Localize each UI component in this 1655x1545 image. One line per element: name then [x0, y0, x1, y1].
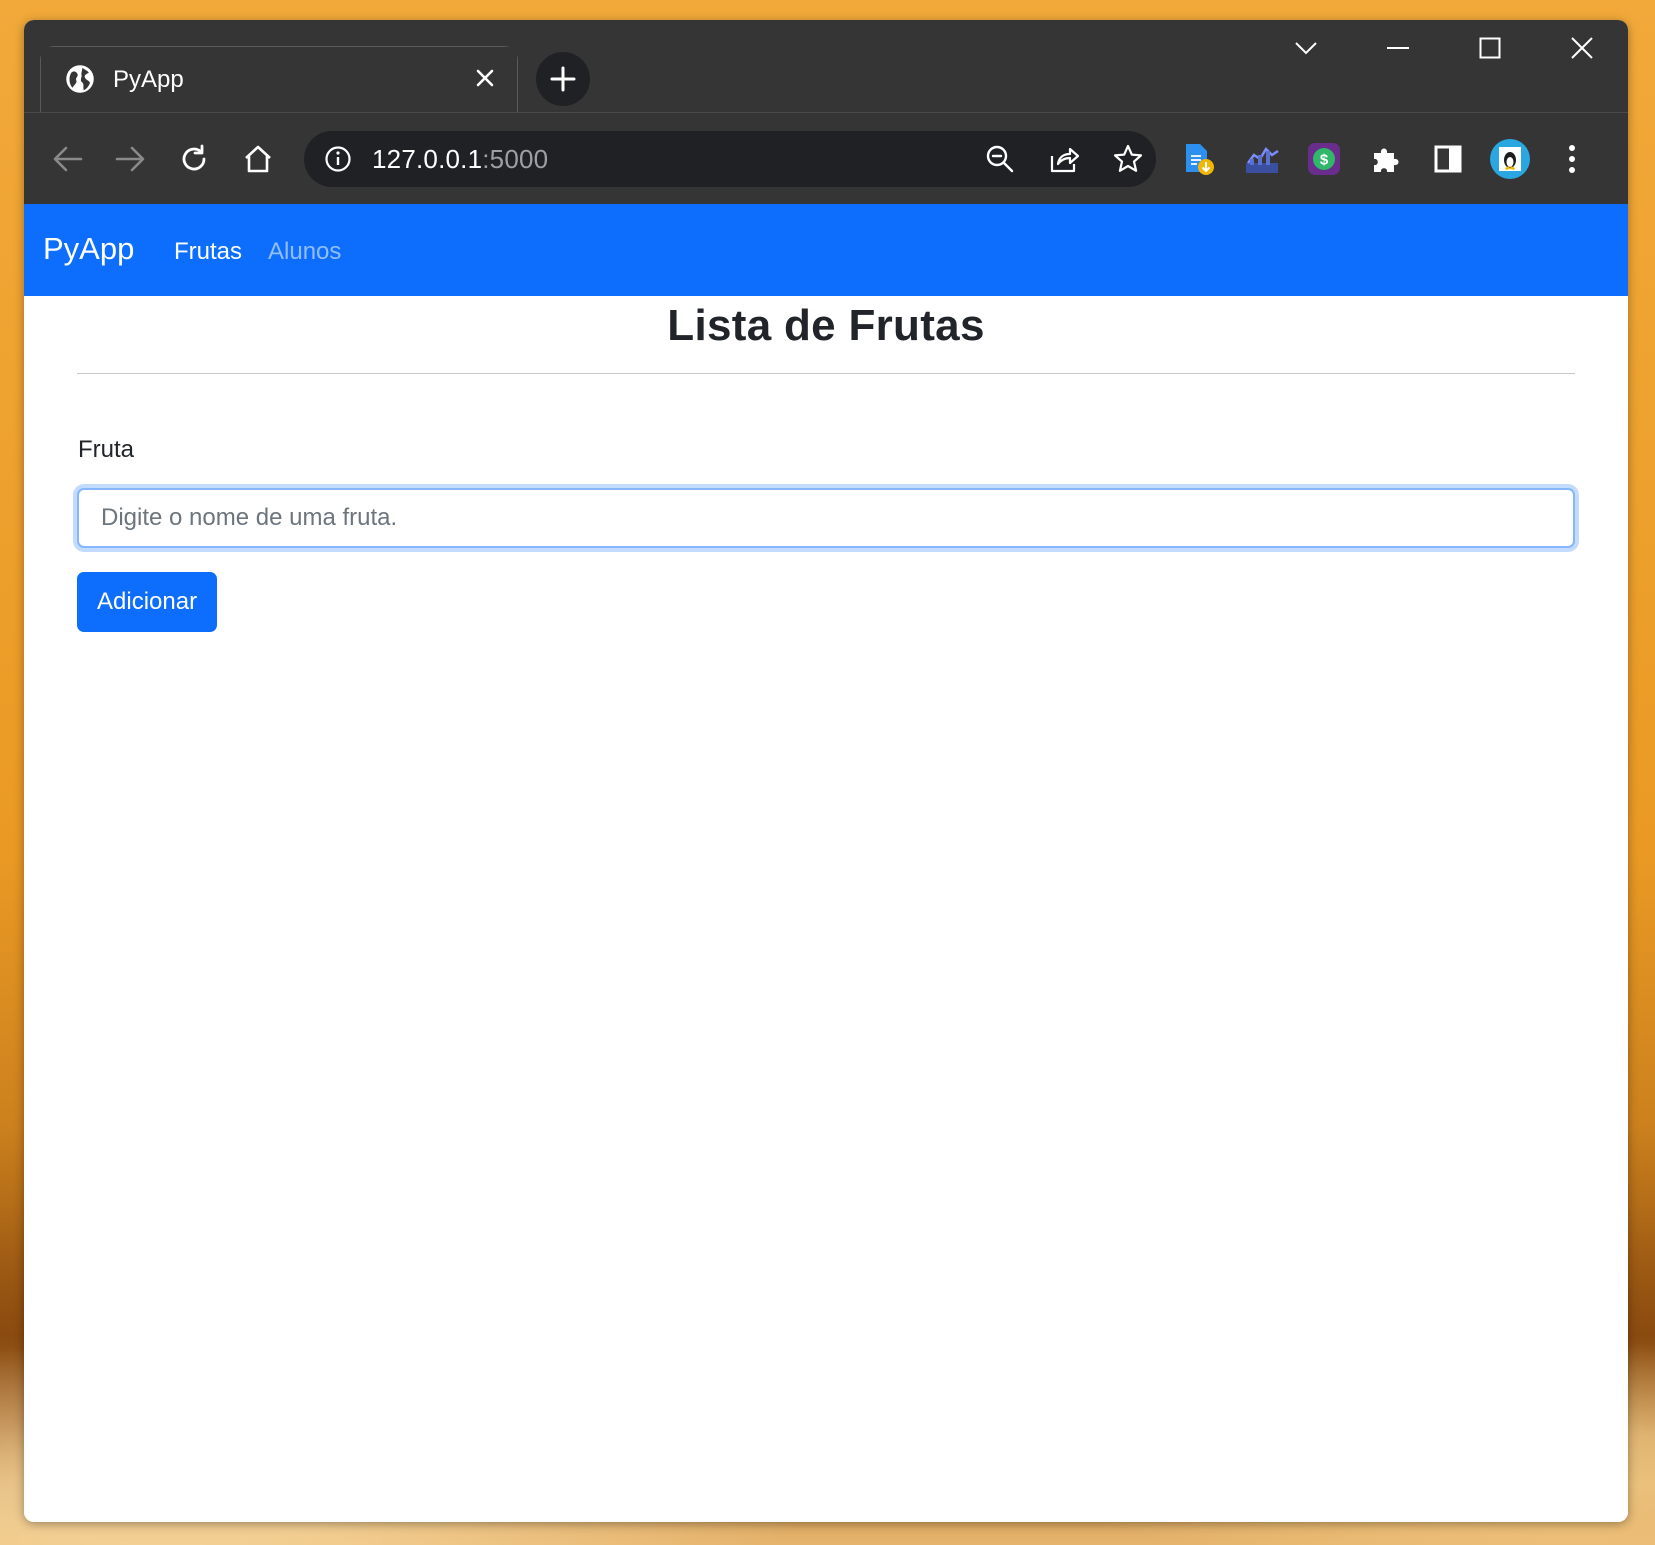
page-title: Lista de Frutas [667, 301, 985, 350]
maximize-button[interactable] [1444, 20, 1536, 76]
back-button[interactable] [44, 135, 92, 183]
window-controls [1260, 20, 1628, 76]
tab-pyapp[interactable]: PyApp [40, 46, 518, 112]
reload-icon [182, 144, 206, 171]
chart-extension-icon [1246, 146, 1279, 173]
share-icon [1050, 147, 1080, 173]
dollar-extension-icon: $ [1308, 143, 1340, 175]
profile-button[interactable] [1488, 137, 1532, 181]
main-container: Lista de Frutas Fruta Adicionar [77, 296, 1575, 632]
tab-strip: PyApp [24, 20, 1628, 112]
new-tab-button[interactable] [536, 52, 590, 106]
nav-link-alunos[interactable]: Alunos [268, 238, 341, 266]
plus-icon [550, 66, 576, 92]
file-download-extension-icon [1186, 144, 1214, 175]
close-window-button[interactable] [1536, 20, 1628, 76]
profile-avatar [1490, 139, 1530, 179]
arrow-left-icon [53, 146, 83, 172]
url-port: :5000 [482, 144, 549, 174]
navbar-brand[interactable]: PyApp [43, 231, 134, 267]
tab-close-button[interactable] [471, 64, 499, 92]
minimize-button[interactable] [1352, 20, 1444, 76]
tab-search-button[interactable] [1260, 20, 1352, 76]
adicionar-button[interactable]: Adicionar [77, 572, 218, 632]
zoom-out-icon [986, 145, 1014, 173]
file-download-extension-button[interactable] [1176, 137, 1220, 181]
share-button[interactable] [1046, 141, 1082, 177]
side-panel-button[interactable] [1426, 137, 1470, 181]
home-icon [245, 145, 271, 173]
puzzle-icon [1374, 148, 1399, 172]
navbar: PyApp Frutas Alunos [24, 204, 1628, 296]
more-vertical-icon [1569, 145, 1575, 173]
browser-window: PyApp 127.0.0.1:5000 $ PyApp Frutas Alun… [24, 20, 1628, 1522]
minimize-icon [1387, 47, 1409, 49]
star-icon [1113, 144, 1143, 172]
forward-button[interactable] [106, 135, 154, 183]
url-host: 127.0.0.1 [372, 144, 483, 174]
maximize-icon [1479, 37, 1501, 59]
web-page: PyApp Frutas Alunos Lista de Frutas Frut… [24, 204, 1628, 1522]
divider [77, 373, 1575, 374]
extensions-button[interactable] [1364, 137, 1408, 181]
side-panel-icon [1434, 145, 1462, 173]
url-text[interactable]: 127.0.0.1:5000 [372, 144, 548, 175]
dollar-extension-button[interactable]: $ [1302, 137, 1346, 181]
nav-link-frutas[interactable]: Frutas [174, 238, 242, 266]
close-icon [476, 69, 494, 87]
close-icon [1571, 37, 1593, 59]
fruta-input[interactable] [77, 488, 1575, 548]
bookmark-button[interactable] [1110, 141, 1146, 177]
chart-extension-button[interactable] [1240, 137, 1284, 181]
fruta-label: Fruta [78, 436, 135, 463]
arrow-right-icon [115, 146, 145, 172]
reload-button[interactable] [170, 135, 218, 183]
zoom-button[interactable] [982, 141, 1018, 177]
address-bar[interactable]: 127.0.0.1:5000 [304, 131, 1156, 187]
home-button[interactable] [234, 135, 282, 183]
chevron-down-icon [1295, 42, 1317, 55]
chrome-menu-button[interactable] [1550, 137, 1594, 181]
browser-toolbar: 127.0.0.1:5000 $ [24, 112, 1628, 204]
info-icon[interactable] [324, 145, 352, 173]
svg-text:$: $ [1320, 152, 1329, 169]
globe-icon [66, 65, 94, 93]
tab-title: PyApp [113, 66, 184, 93]
